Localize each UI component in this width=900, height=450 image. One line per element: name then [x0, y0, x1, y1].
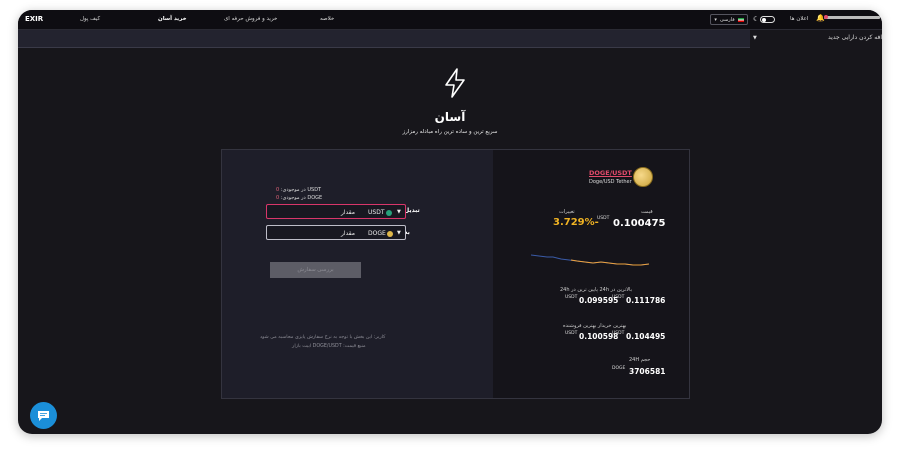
balance-usdt: USDT در موجودی: 0 — [276, 187, 322, 193]
page-subtitle: سریع ترین و ساده ترین راه مبادله رمزارز — [402, 129, 498, 135]
nav-summary[interactable]: خلاصه — [320, 16, 334, 22]
high-low-label: بالاترین در 24h پایین ترین در 24h — [560, 287, 632, 293]
buyer-unit: USDT — [565, 331, 578, 336]
logo[interactable]: EXIR — [25, 15, 43, 23]
nav-easy-buy[interactable]: خرید آسان — [158, 16, 187, 22]
price-label: قیمت — [641, 209, 653, 215]
volume-24h: 3706581 — [629, 367, 666, 376]
exchange-card: USDT در موجودی: 0 DOGE در موجودی: 0 تبدی… — [221, 149, 690, 399]
market-stats-panel: DOGE/USDT Doge/USD Tether قیمت تغییرات U… — [493, 150, 689, 398]
flag-icon — [737, 17, 744, 22]
to-coin-select[interactable]: DOGE — [368, 230, 393, 237]
change-label: تغییرات — [559, 209, 575, 215]
page-title: آسان — [434, 110, 466, 124]
converter-panel: USDT در موجودی: 0 DOGE در موجودی: 0 تبدی… — [222, 150, 493, 398]
app-window: EXIR کیف پول خرید آسان خرید و فروش حرفه … — [18, 10, 882, 434]
high-24h: 0.111786 — [626, 296, 666, 305]
support-chat-button[interactable] — [30, 402, 57, 429]
price-note: کاربر: این بخش با توجه به نرخ سفارش پایز… — [260, 335, 386, 340]
pair-link[interactable]: DOGE/USDT — [589, 169, 632, 177]
theme-toggle[interactable] — [760, 16, 775, 23]
chevron-down-icon[interactable]: ▼ — [397, 209, 401, 215]
price-change: 3.729%- — [553, 217, 599, 228]
doge-icon — [386, 230, 393, 237]
sub-toolbar — [18, 30, 750, 48]
language-select[interactable]: ▾ فارسی — [710, 14, 748, 25]
doge-coin-icon — [633, 167, 653, 187]
add-asset-dropdown[interactable]: افه کردن دارایی جدید — [753, 34, 882, 41]
low-unit: USDT — [565, 295, 578, 300]
nav-wallet[interactable]: کیف پول — [80, 16, 100, 22]
volume-label: حجم 24H — [629, 357, 651, 363]
lightning-icon — [445, 68, 465, 98]
bid-ask-label: بهترین خریدار بهترین فروشنده — [563, 323, 627, 329]
price-source-note: منبع قیمت: DOGE/USDT ابیت بازار — [292, 344, 366, 349]
last-price: 0.100475 — [613, 218, 666, 229]
review-order-button[interactable]: بررسی سفارش — [270, 262, 361, 278]
usdt-icon — [385, 209, 392, 216]
balance-doge: DOGE در موجودی: 0 — [276, 195, 323, 201]
nav-pro-trade[interactable]: خرید و فروش حرفه ای — [224, 16, 277, 22]
avatar[interactable] — [824, 15, 828, 19]
from-coin-select[interactable]: USDT — [368, 209, 392, 216]
from-amount-input[interactable]: مقدار USDT ▼ — [266, 204, 406, 219]
to-amount-input[interactable]: مقدار DOGE ▼ — [266, 225, 406, 240]
chat-bubble-icon — [38, 410, 49, 421]
chevron-down-icon: ▾ — [714, 16, 717, 23]
low-24h: 0.099595 — [579, 296, 619, 305]
notifications-link[interactable]: اعلان ها — [790, 16, 808, 22]
pair-description: Doge/USD Tether — [589, 179, 632, 185]
user-menu[interactable] — [824, 16, 880, 19]
volume-unit: DOGE — [612, 366, 626, 371]
chevron-down-icon[interactable]: ▼ — [397, 230, 401, 236]
from-label: تبدیل — [404, 207, 420, 214]
moon-icon: ☾ — [753, 15, 760, 23]
best-seller: 0.104495 — [626, 332, 666, 341]
best-buyer: 0.100598 — [579, 332, 619, 341]
price-unit: USDT — [597, 216, 610, 221]
top-navbar: EXIR کیف پول خرید آسان خرید و فروش حرفه … — [18, 10, 882, 30]
price-sparkline — [531, 254, 650, 266]
